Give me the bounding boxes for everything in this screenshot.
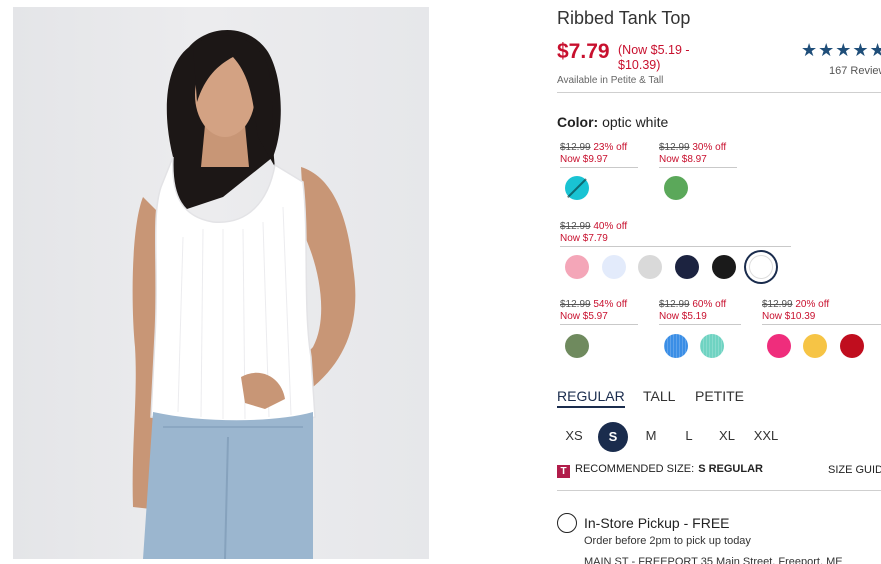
- original-price: $12.99: [560, 221, 591, 232]
- swatch-black[interactable]: [712, 255, 736, 279]
- discount: 54% off: [593, 299, 628, 310]
- discount: 30% off: [692, 142, 727, 153]
- color-value: optic white: [602, 114, 669, 130]
- model-illustration: [132, 29, 356, 559]
- product-price: $7.79: [557, 40, 610, 63]
- group-underline: [560, 324, 638, 325]
- recommended-value: S REGULAR: [698, 463, 763, 475]
- pickup-radio[interactable]: [557, 513, 577, 533]
- sale-price: Now $8.97: [659, 154, 707, 165]
- brand-badge-icon: T: [557, 465, 570, 478]
- tab-petite[interactable]: PETITE: [695, 388, 744, 404]
- group-underline: [560, 167, 638, 168]
- price-group: $12.99 30% off Now $8.97: [659, 142, 737, 168]
- swatch-navy[interactable]: [675, 255, 699, 279]
- original-price: $12.99: [560, 142, 591, 153]
- swatch-olive[interactable]: [565, 334, 589, 358]
- availability-note: Available in Petite & Tall: [557, 75, 664, 86]
- reviews-link[interactable]: 167 Reviews: [829, 65, 881, 77]
- tab-tall[interactable]: TALL: [643, 388, 675, 404]
- discount: 40% off: [593, 221, 628, 232]
- pickup-subtitle: Order before 2pm to pick up today: [584, 535, 751, 547]
- group-underline: [762, 324, 881, 325]
- discount: 60% off: [692, 299, 727, 310]
- rating-stars-icon[interactable]: ★★★★★: [801, 40, 881, 61]
- swatch-blue-stripe[interactable]: [664, 334, 688, 358]
- size-s[interactable]: S: [598, 422, 628, 452]
- price-group: $12.99 20% off Now $10.39: [762, 299, 881, 325]
- price-group: $12.99 60% off Now $5.19: [659, 299, 741, 325]
- swatch-yellow[interactable]: [803, 334, 827, 358]
- original-price: $12.99: [560, 299, 591, 310]
- divider: [557, 92, 881, 93]
- swatch-aqua-stripe[interactable]: [700, 334, 724, 358]
- original-price: $12.99: [762, 299, 793, 310]
- sale-price: Now $10.39: [762, 311, 816, 322]
- price-group: $12.99 40% off Now $7.79: [560, 221, 791, 247]
- sale-price: Now $9.97: [560, 154, 608, 165]
- group-underline: [560, 246, 791, 247]
- sale-price: Now $5.19: [659, 311, 707, 322]
- swatch-teal[interactable]: [565, 176, 589, 200]
- color-label-key: Color:: [557, 114, 599, 130]
- pickup-store-link[interactable]: MAIN ST - FREEPORT 35 Main Street, Freep…: [584, 556, 843, 564]
- discount: 20% off: [795, 299, 830, 310]
- tab-regular[interactable]: REGULAR: [557, 388, 625, 408]
- sale-price: Now $7.79: [560, 233, 608, 244]
- color-label: Color: optic white: [557, 114, 668, 130]
- swatch-red[interactable]: [840, 334, 864, 358]
- recommended-size: T RECOMMENDED SIZE: S REGULAR: [557, 463, 763, 478]
- size-m[interactable]: M: [636, 428, 666, 443]
- discount: 23% off: [593, 142, 628, 153]
- original-price: $12.99: [659, 142, 690, 153]
- swatch-hot-pink[interactable]: [767, 334, 791, 358]
- product-image[interactable]: [13, 7, 429, 559]
- original-price: $12.99: [659, 299, 690, 310]
- price-group: $12.99 23% off Now $9.97: [560, 142, 638, 168]
- swatch-green[interactable]: [664, 176, 688, 200]
- price-group: $12.99 54% off Now $5.97: [560, 299, 638, 325]
- swatch-optic-white[interactable]: [749, 255, 773, 279]
- swatch-heather-grey[interactable]: [638, 255, 662, 279]
- size-xs[interactable]: XS: [559, 428, 589, 443]
- size-guide-link[interactable]: SIZE GUIDE: [828, 464, 881, 476]
- group-underline: [659, 324, 741, 325]
- product-title: Ribbed Tank Top: [557, 8, 691, 28]
- unavailable-slash-icon: [567, 178, 587, 198]
- size-xxl[interactable]: XXL: [751, 428, 781, 443]
- sale-price: Now $5.97: [560, 311, 608, 322]
- recommended-label: RECOMMENDED SIZE:: [575, 463, 695, 475]
- swatch-light-blue[interactable]: [602, 255, 626, 279]
- swatch-pink[interactable]: [565, 255, 589, 279]
- pickup-title[interactable]: In-Store Pickup - FREE: [584, 515, 730, 531]
- size-l[interactable]: L: [674, 428, 704, 443]
- group-underline: [659, 167, 737, 168]
- price-range: (Now $5.19 - $10.39): [618, 43, 690, 72]
- size-xl[interactable]: XL: [712, 428, 742, 443]
- divider: [557, 490, 881, 491]
- product-details: Ribbed Tank Top $7.79 (Now $5.19 - $10.3…: [557, 0, 881, 564]
